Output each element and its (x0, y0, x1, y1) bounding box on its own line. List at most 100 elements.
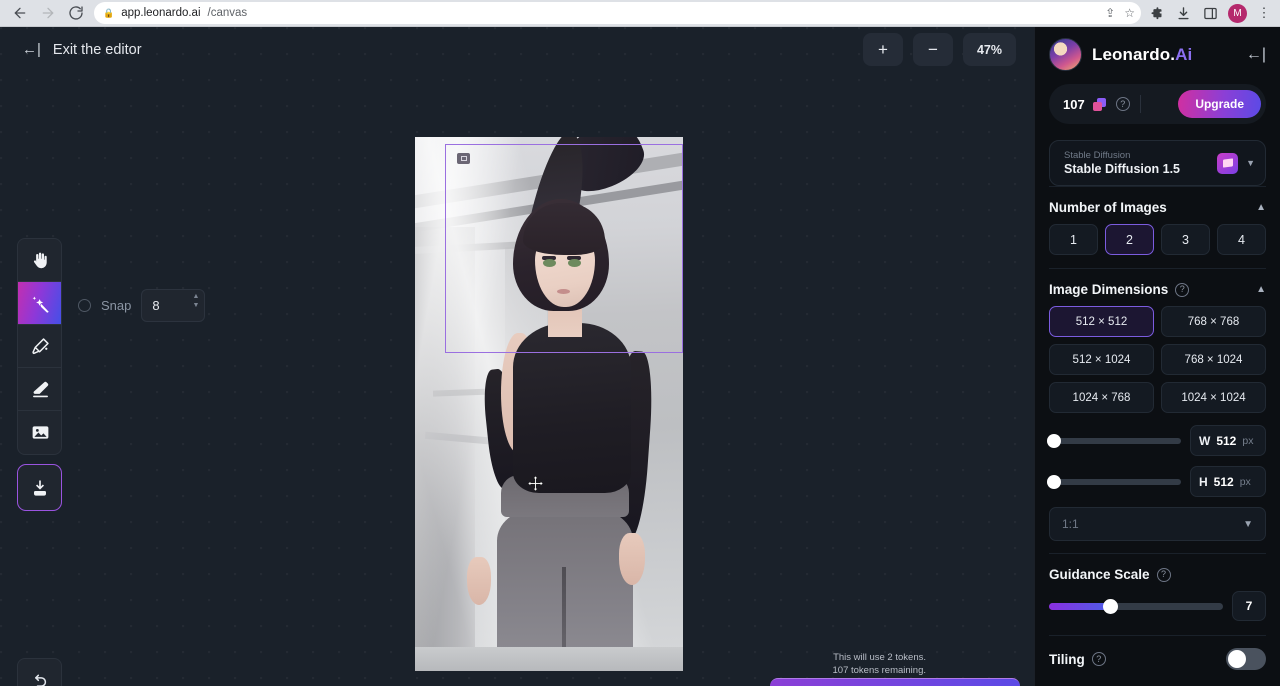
image-mouth (557, 289, 570, 294)
side-panel-icon[interactable] (1201, 4, 1219, 22)
height-label: H (1199, 475, 1208, 489)
kebab-menu-icon[interactable]: ⋮ (1256, 5, 1272, 21)
forward-arrow-icon (40, 5, 56, 21)
dimension-presets: 512 × 512 768 × 768 512 × 1024 768 × 102… (1049, 306, 1266, 425)
chevron-down-icon[interactable]: ▼ (1243, 519, 1253, 530)
guidance-scale-knob[interactable] (1103, 599, 1118, 614)
reload-button[interactable] (62, 1, 90, 25)
selection-handle-badge[interactable] (457, 153, 470, 164)
model-selector[interactable]: Stable Diffusion Stable Diffusion 1.5 ▼ (1049, 140, 1266, 186)
credits-bar: 107 ? Upgrade (1049, 84, 1266, 124)
avatar[interactable] (1049, 38, 1082, 71)
chevron-up-icon[interactable]: ▲ (1256, 284, 1266, 295)
token-coin-icon (1093, 98, 1108, 111)
section-tiling: Tiling ? (1049, 635, 1266, 670)
download-icon[interactable] (1174, 4, 1192, 22)
share-icon[interactable]: ⇪ (1105, 6, 1115, 20)
download-image-icon (30, 478, 50, 498)
back-button[interactable] (6, 1, 34, 25)
section-title: Number of Images (1049, 200, 1167, 215)
download-tool[interactable] (17, 464, 62, 511)
aspect-ratio-select[interactable]: 1:1 ▼ (1049, 507, 1266, 541)
page-title: Leonardo.Ai (1092, 45, 1192, 65)
image-icon (30, 422, 51, 443)
width-slider-knob[interactable] (1047, 434, 1061, 448)
stepper-up-icon[interactable]: ▲ (192, 293, 199, 300)
stepper-down-icon[interactable]: ▼ (192, 302, 199, 309)
undo-arrow-icon (30, 672, 50, 686)
guidance-scale-value[interactable]: 7 (1232, 591, 1266, 621)
width-field[interactable]: W 512 px (1190, 425, 1266, 456)
eraser-icon (30, 379, 51, 400)
chevron-up-icon[interactable]: ▲ (1256, 202, 1266, 213)
snap-label: Snap (101, 298, 131, 313)
section-header[interactable]: Image Dimensions ? ▲ (1049, 269, 1266, 306)
dim-preset-768x1024[interactable]: 768 × 1024 (1161, 344, 1266, 375)
address-bar[interactable]: 🔒 app.leonardo.ai/canvas ⇪ ☆ (94, 2, 1141, 24)
dim-preset-1024x1024[interactable]: 1024 × 1024 (1161, 382, 1266, 413)
snap-toggle[interactable] (78, 299, 91, 312)
height-slider[interactable] (1049, 479, 1181, 485)
tiling-toggle[interactable] (1226, 648, 1266, 670)
dim-preset-1024x768[interactable]: 1024 × 768 (1049, 382, 1154, 413)
section-image-dimensions: Image Dimensions ? ▲ 512 × 512 768 × 768… (1049, 268, 1266, 541)
magic-wand-cursor-icon (30, 293, 51, 314)
undo-tool[interactable] (17, 658, 62, 686)
profile-avatar[interactable]: M (1228, 4, 1247, 23)
generate-button[interactable] (770, 678, 1020, 686)
num-images-2[interactable]: 2 (1105, 224, 1154, 255)
height-slider-knob[interactable] (1047, 475, 1061, 489)
star-icon[interactable]: ☆ (1124, 6, 1135, 20)
puzzle-piece-icon[interactable] (1147, 4, 1165, 22)
zoom-out-button[interactable]: − (913, 33, 953, 66)
num-images-1[interactable]: 1 (1049, 224, 1098, 255)
credit-count: 107 (1063, 97, 1085, 112)
image-eye (568, 259, 581, 267)
paint-tool[interactable] (18, 325, 62, 368)
upgrade-button[interactable]: Upgrade (1178, 90, 1261, 118)
num-images-4[interactable]: 4 (1217, 224, 1266, 255)
width-label: W (1199, 434, 1210, 448)
brand-suffix: Ai (1175, 45, 1192, 64)
generated-image[interactable] (415, 137, 683, 671)
width-unit: px (1242, 435, 1253, 447)
editor-topbar: ←| Exit the editor + − 47% (0, 27, 1034, 72)
zoom-in-button[interactable]: + (863, 33, 903, 66)
guidance-scale-slider[interactable] (1049, 603, 1223, 610)
tiling-row: Tiling ? (1049, 636, 1266, 670)
image-hand (467, 557, 491, 605)
model-thumbnail-icon (1217, 153, 1238, 174)
section-header[interactable]: Number of Images ▲ (1049, 187, 1266, 224)
snap-stepper[interactable]: ▲ ▼ (192, 293, 199, 309)
num-images-3[interactable]: 3 (1161, 224, 1210, 255)
dim-preset-512x1024[interactable]: 512 × 1024 (1049, 344, 1154, 375)
help-circle-icon[interactable]: ? (1116, 97, 1130, 111)
lock-icon: 🔒 (103, 8, 114, 19)
eraser-tool[interactable] (18, 368, 62, 411)
number-of-images-options: 1 2 3 4 (1049, 224, 1266, 268)
guidance-scale-fill (1049, 603, 1108, 610)
image-tool[interactable] (18, 411, 62, 454)
forward-button[interactable] (34, 1, 62, 25)
height-field[interactable]: H 512 px (1190, 466, 1266, 497)
chevron-down-icon[interactable]: ▼ (1246, 158, 1255, 168)
help-circle-icon[interactable]: ? (1157, 568, 1171, 582)
snap-value: 8 (152, 298, 159, 313)
snap-input[interactable]: 8 ▲ ▼ (141, 289, 205, 322)
token-usage-line: This will use 2 tokens. (833, 651, 926, 664)
hand-tool[interactable] (18, 239, 62, 282)
dim-preset-768x768[interactable]: 768 × 768 (1161, 306, 1266, 337)
help-circle-icon[interactable]: ? (1092, 652, 1106, 666)
artboard[interactable] (415, 137, 683, 671)
magic-select-tool[interactable] (18, 282, 62, 325)
width-slider[interactable] (1049, 438, 1181, 444)
section-title: Image Dimensions (1049, 282, 1168, 297)
help-circle-icon[interactable]: ? (1175, 283, 1189, 297)
collapse-panel-icon[interactable]: ←| (1246, 46, 1266, 64)
exit-editor-button[interactable]: ←| Exit the editor (16, 34, 148, 66)
canvas-workspace[interactable]: ←| Exit the editor + − 47% (0, 27, 1034, 686)
zoom-level-display[interactable]: 47% (963, 33, 1016, 66)
dim-preset-512x512[interactable]: 512 × 512 (1049, 306, 1154, 337)
section-header: Guidance Scale ? (1049, 554, 1266, 591)
snap-control: Snap 8 ▲ ▼ (78, 289, 205, 322)
